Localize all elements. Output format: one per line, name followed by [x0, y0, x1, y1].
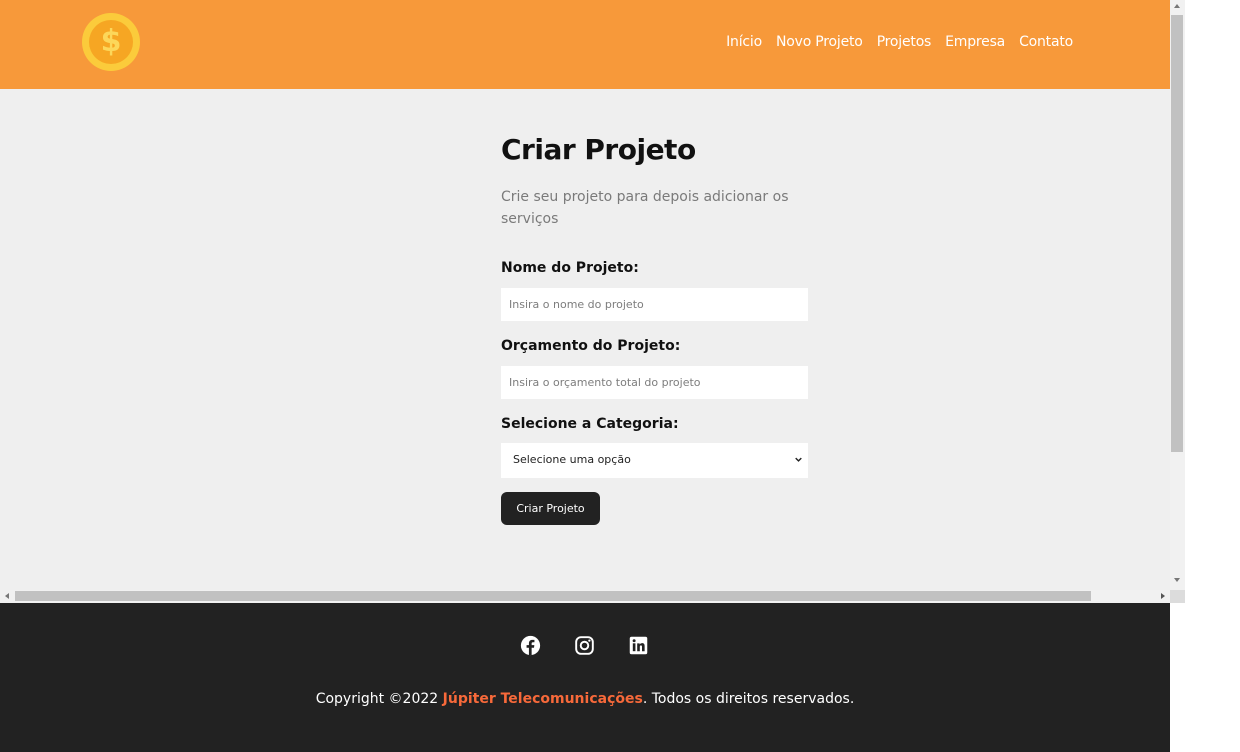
facebook-icon[interactable] — [520, 635, 541, 656]
project-budget-label: Orçamento do Projeto: — [501, 338, 681, 354]
coin-logo-icon[interactable]: $ — [82, 13, 140, 71]
nav-link-empresa[interactable]: Empresa — [945, 34, 1005, 50]
scroll-right-arrow-icon[interactable] — [1161, 593, 1165, 599]
nav-link-novo-projeto[interactable]: Novo Projeto — [776, 34, 863, 50]
scroll-left-arrow-icon[interactable] — [5, 593, 9, 599]
page-subtitle: Crie seu projeto para depois adicionar o… — [501, 189, 789, 227]
navbar: $ Início Novo Projeto Projetos Empresa C… — [0, 0, 1170, 89]
nav-link-inicio[interactable]: Início — [726, 34, 762, 50]
linkedin-icon[interactable] — [628, 635, 649, 656]
main-nav: Início Novo Projeto Projetos Empresa Con… — [726, 34, 1073, 50]
category-select[interactable]: Selecione uma opção — [501, 443, 808, 478]
scrollbar-corner — [1170, 590, 1185, 603]
copyright-suffix: . Todos os direitos reservados. — [642, 691, 855, 707]
scroll-down-arrow-icon[interactable] — [1174, 578, 1180, 582]
nav-link-contato[interactable]: Contato — [1019, 34, 1073, 50]
category-select-value: Selecione uma opção — [513, 453, 631, 466]
chevron-down-icon — [795, 457, 802, 462]
page-title: Criar Projeto — [501, 133, 696, 166]
horizontal-scrollbar-thumb[interactable] — [15, 591, 1091, 601]
main-content: Criar Projeto Crie seu projeto para depo… — [0, 89, 1170, 590]
category-label: Selecione a Categoria: — [501, 416, 679, 432]
social-links — [520, 635, 649, 656]
project-name-input[interactable] — [501, 288, 808, 321]
copyright-prefix: Copyright ©2022 — [315, 691, 443, 707]
horizontal-scrollbar[interactable] — [0, 590, 1170, 603]
create-project-button[interactable]: Criar Projeto — [501, 492, 600, 525]
vertical-scrollbar-thumb[interactable] — [1171, 15, 1183, 452]
instagram-icon[interactable] — [574, 635, 595, 656]
nav-link-projetos[interactable]: Projetos — [877, 34, 932, 50]
footer: Copyright ©2022 Júpiter Telecomunicações… — [0, 603, 1170, 752]
new-project-form: Criar Projeto Crie seu projeto para depo… — [501, 133, 808, 525]
copyright-text: Copyright ©2022 Júpiter Telecomunicações… — [0, 691, 1170, 707]
project-budget-input[interactable] — [501, 366, 808, 399]
dollar-symbol: $ — [89, 20, 133, 64]
project-name-label: Nome do Projeto: — [501, 260, 639, 276]
scroll-up-arrow-icon[interactable] — [1174, 4, 1180, 8]
vertical-scrollbar[interactable] — [1170, 0, 1185, 590]
company-name: Júpiter Telecomunicações — [442, 691, 643, 707]
